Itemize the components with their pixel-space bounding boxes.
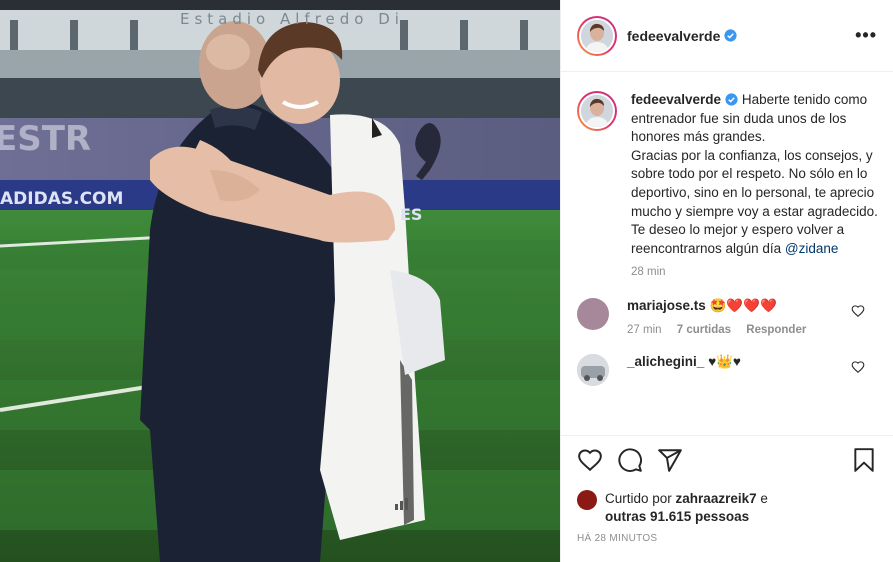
liked-by-user[interactable]: zahraazreik7	[676, 491, 757, 506]
caption-time[interactable]: 28 min	[631, 266, 879, 278]
caption-body: Haberte tenido como entrenador fue sin d…	[631, 92, 878, 256]
caption: fedeevalverde Haberte tenido como entren…	[577, 91, 879, 278]
comment-like-heart-icon[interactable]	[851, 304, 865, 318]
avatar-image	[581, 19, 613, 52]
verified-badge-icon	[725, 93, 738, 106]
caption-mention[interactable]: @zidane	[785, 241, 839, 256]
comment-username[interactable]: _alichegini_	[627, 354, 704, 369]
more-options-icon[interactable]: •••	[855, 25, 877, 46]
post-photo[interactable]: Estadio Alfredo Di ESTR ADIDAS.COM ES	[0, 0, 560, 562]
stadium-sign: Estadio Alfredo Di	[180, 10, 404, 28]
post-timestamp[interactable]: HÁ 28 MINUTOS	[577, 533, 877, 544]
caption-username[interactable]: fedeevalverde	[631, 92, 721, 107]
post-header: fedeevalverde •••	[561, 0, 893, 72]
liked-by-middle: e	[756, 491, 768, 506]
comments-list[interactable]: fedeevalverde Haberte tenido como entren…	[561, 73, 893, 435]
author-username[interactable]: fedeevalverde	[627, 28, 720, 44]
liked-by-prefix: Curtido por	[605, 491, 676, 506]
like-heart-icon[interactable]	[577, 447, 603, 473]
board-text: ESTR	[0, 119, 91, 159]
comment-avatar[interactable]	[577, 354, 609, 387]
share-send-icon[interactable]	[657, 447, 683, 473]
avatar-image	[577, 354, 609, 387]
comment-reply-button[interactable]: Responder	[746, 324, 806, 336]
comment-like-heart-icon[interactable]	[851, 360, 865, 374]
author-avatar[interactable]	[577, 15, 617, 56]
save-bookmark-icon[interactable]	[851, 447, 877, 473]
comment-text: 🤩❤️❤️❤️	[709, 298, 777, 314]
comment-username[interactable]: mariajose.ts	[627, 298, 706, 313]
verified-badge-icon	[724, 29, 737, 42]
liked-by: Curtido por zahraazreik7 e outras 91.615…	[577, 490, 877, 526]
comment-likes[interactable]: 7 curtidas	[677, 324, 731, 336]
post-actions: Curtido por zahraazreik7 e outras 91.615…	[561, 435, 893, 562]
comment-item: _alichegini_ ♥👑♥	[577, 354, 877, 387]
comment-time[interactable]: 27 min	[627, 324, 662, 336]
caption-avatar[interactable]	[577, 91, 617, 131]
photo-scene: Estadio Alfredo Di ESTR ADIDAS.COM ES	[0, 0, 560, 562]
caption-text: fedeevalverde Haberte tenido como entren…	[631, 91, 879, 258]
comment-text: ♥👑♥	[708, 354, 741, 370]
comment-avatar[interactable]	[577, 298, 609, 331]
action-icons	[577, 446, 877, 474]
liked-by-others[interactable]: outras 91.615 pessoas	[605, 509, 749, 524]
liker-avatar[interactable]	[577, 490, 597, 510]
comment-item: mariajose.ts 🤩❤️❤️❤️ 27 min 7 curtidas R…	[577, 298, 877, 336]
sponsor-text-tail: ES	[400, 205, 422, 224]
sponsor-text: ADIDAS.COM	[0, 189, 123, 209]
avatar-image	[581, 95, 613, 127]
post-sidebar: fedeevalverde ••• fedeevalverde Haberte	[560, 0, 893, 562]
comment-bubble-icon[interactable]	[617, 447, 643, 473]
